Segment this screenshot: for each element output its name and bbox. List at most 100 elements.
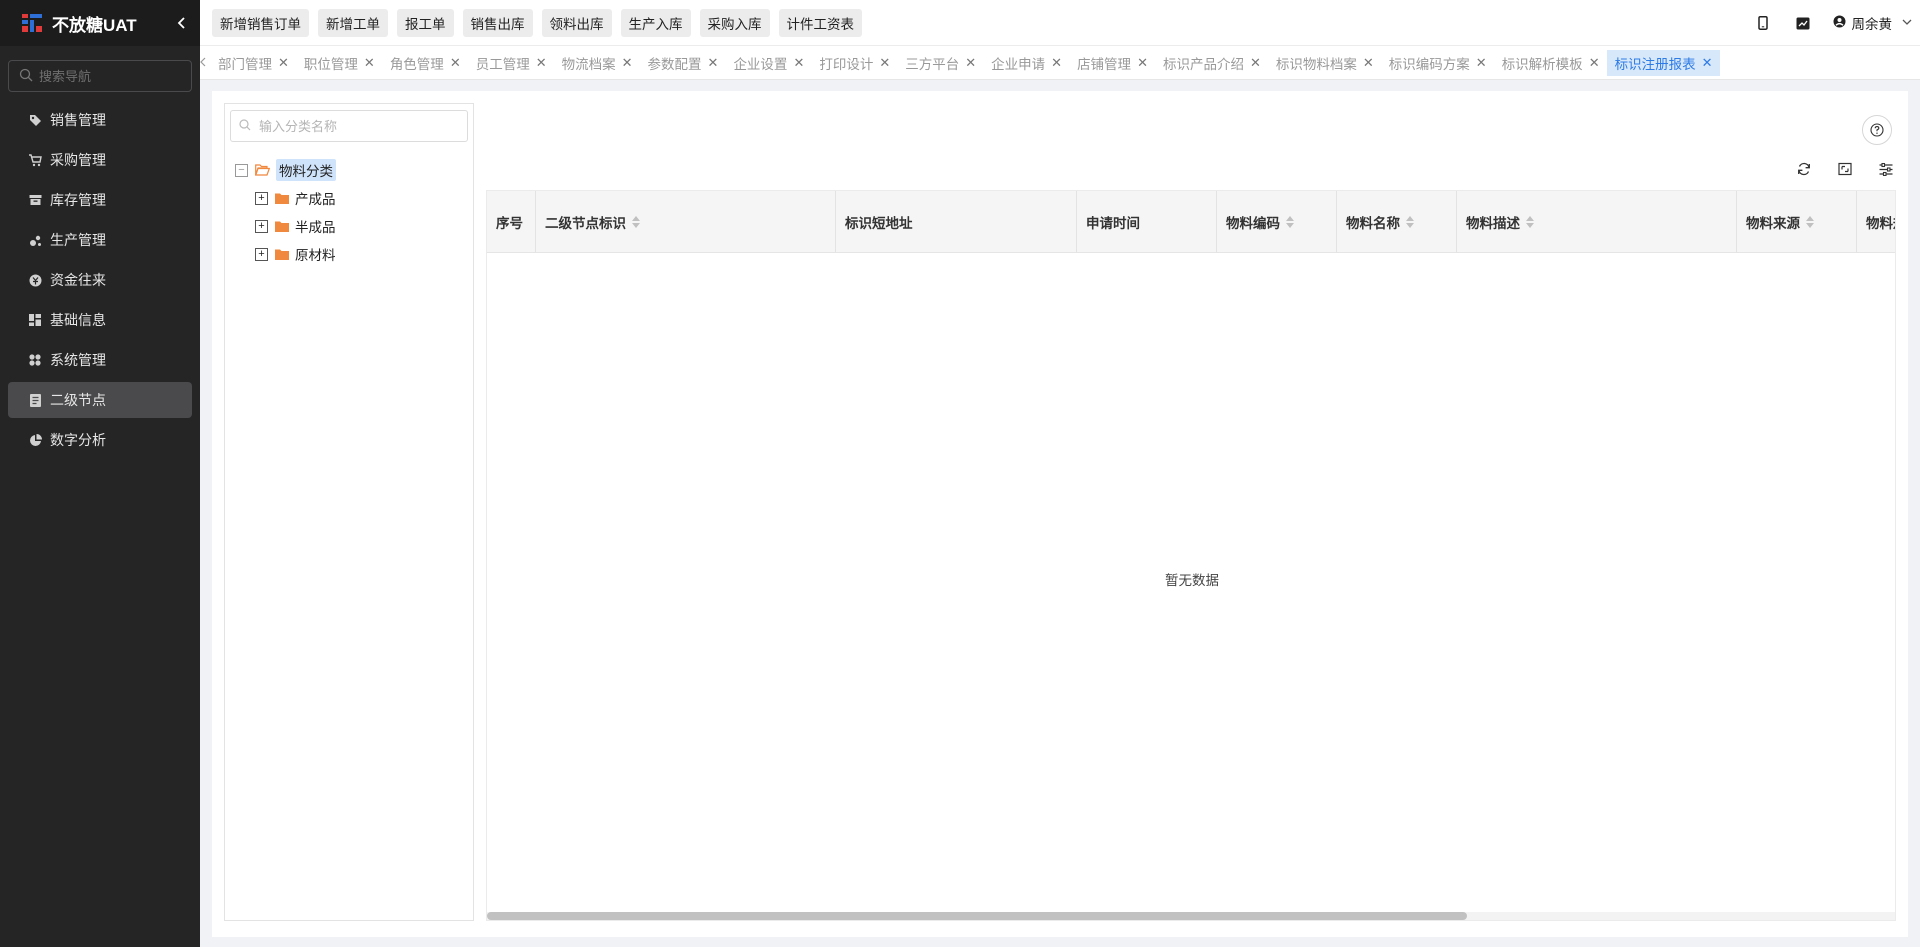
close-icon[interactable]: ✕ <box>1589 55 1600 71</box>
column-label: 物料名称 <box>1346 216 1400 231</box>
close-icon[interactable]: ✕ <box>278 55 289 71</box>
expand-toggle-icon[interactable]: + <box>255 247 268 261</box>
tab-position[interactable]: 职位管理 ✕ <box>296 50 382 76</box>
close-icon[interactable]: ✕ <box>1250 55 1261 71</box>
tab-print-design[interactable]: 打印设计 ✕ <box>811 50 897 76</box>
close-icon[interactable]: ✕ <box>364 55 375 71</box>
horizontal-scrollbar[interactable] <box>487 912 1895 920</box>
top-toolbar: 新增销售订单 新增工单 报工单 销售出库 领料出库 生产入库 采购入库 计件工资… <box>200 0 1920 46</box>
sidebar-item-funds[interactable]: 资金往来 <box>8 262 192 298</box>
tab-enterprise-apply[interactable]: 企业申请 ✕ <box>983 50 1069 76</box>
help-icon[interactable] <box>1862 115 1892 145</box>
fullscreen-icon[interactable] <box>1835 159 1855 179</box>
tree-search-field[interactable] <box>230 110 468 142</box>
scrollbar-thumb[interactable] <box>487 912 1467 920</box>
refresh-icon[interactable] <box>1794 159 1814 179</box>
sort-icon[interactable] <box>1526 216 1534 228</box>
tab-id-registration-report[interactable]: 标识注册报表 ✕ <box>1606 49 1720 76</box>
close-icon[interactable]: ✕ <box>1476 55 1487 71</box>
sidebar-item-secondary-node[interactable]: 二级节点 <box>8 382 192 418</box>
close-icon[interactable]: ✕ <box>879 55 890 71</box>
column-header-material-name[interactable]: 物料名称 <box>1337 191 1457 253</box>
column-header-apply-time[interactable]: 申请时间 <box>1077 191 1217 253</box>
sidebar-item-sales[interactable]: 销售管理 <box>8 102 192 138</box>
tree-node-label: 产成品 <box>295 192 336 207</box>
close-icon[interactable]: ✕ <box>622 55 633 71</box>
column-header-short-address[interactable]: 标识短地址 <box>836 191 1077 253</box>
quick-new-work-order-button[interactable]: 新增工单 <box>318 8 388 37</box>
inventory-icon <box>28 193 42 207</box>
sidebar-item-basic-info[interactable]: 基础信息 <box>8 302 192 338</box>
sort-icon[interactable] <box>1406 216 1414 228</box>
column-header-material-source[interactable]: 物料来源 <box>1737 191 1857 253</box>
sort-icon[interactable] <box>1806 216 1814 228</box>
column-header-secondary-node-id[interactable]: 二级节点标识 <box>536 191 836 253</box>
chevron-down-icon <box>1902 17 1912 29</box>
column-header-material-spec[interactable]: 物料规格 <box>1857 191 1895 253</box>
table-tools <box>1773 159 1896 179</box>
tab-parameters[interactable]: 参数配置 ✕ <box>640 50 726 76</box>
tab-id-product-intro[interactable]: 标识产品介绍 ✕ <box>1155 50 1268 76</box>
nav-search-input[interactable] <box>39 68 189 84</box>
tab-employee[interactable]: 员工管理 ✕ <box>468 50 554 76</box>
tree-node-root[interactable]: − 物料分类 <box>235 156 336 184</box>
close-icon[interactable]: ✕ <box>708 55 719 71</box>
tab-label: 参数配置 <box>647 56 702 72</box>
close-icon[interactable]: ✕ <box>965 55 976 71</box>
quick-piecework-wage-button[interactable]: 计件工资表 <box>778 8 862 37</box>
sidebar-item-production[interactable]: 生产管理 <box>8 222 192 258</box>
expand-toggle-icon[interactable]: + <box>255 219 268 233</box>
close-icon[interactable]: ✕ <box>1051 55 1062 71</box>
tab-role[interactable]: 角色管理 ✕ <box>382 50 468 76</box>
tree-search-input[interactable] <box>259 118 459 134</box>
quick-new-sales-order-button[interactable]: 新增销售订单 <box>212 8 309 37</box>
tab-enterprise-settings[interactable]: 企业设置 ✕ <box>725 50 811 76</box>
tab-third-party[interactable]: 三方平台 ✕ <box>897 50 983 76</box>
column-settings-icon[interactable] <box>1876 159 1896 179</box>
sidebar: 不放糖UAT 销售管理 采购管理 库存管理 生产管理 资金往来 <box>0 0 200 947</box>
tab-scroll-left-icon[interactable] <box>200 56 210 70</box>
sidebar-item-purchase[interactable]: 采购管理 <box>8 142 192 178</box>
tab-label: 部门管理 <box>218 56 272 72</box>
tab-id-coding-scheme[interactable]: 标识编码方案 ✕ <box>1381 50 1494 76</box>
sort-icon[interactable] <box>1286 216 1294 228</box>
close-icon[interactable]: ✕ <box>1137 55 1148 71</box>
close-icon[interactable]: ✕ <box>536 55 547 71</box>
close-icon[interactable]: ✕ <box>1363 55 1374 71</box>
tree-node-semi-finished[interactable]: + 半成品 <box>235 212 336 240</box>
collapse-toggle-icon[interactable]: − <box>235 163 248 177</box>
column-header-index[interactable]: 序号 <box>487 191 536 253</box>
nav-search-field[interactable] <box>8 60 192 92</box>
user-avatar-icon <box>1833 15 1846 31</box>
mobile-icon[interactable] <box>1753 13 1773 33</box>
tab-label: 职位管理 <box>303 56 358 72</box>
quick-sales-outbound-button[interactable]: 销售出库 <box>462 8 533 37</box>
quick-production-inbound-button[interactable]: 生产入库 <box>620 8 691 37</box>
tree-node-finished-product[interactable]: + 产成品 <box>235 184 336 212</box>
user-menu[interactable]: 周余黄 <box>1833 13 1913 33</box>
quick-material-outbound-button[interactable]: 领料出库 <box>541 8 612 37</box>
column-header-material-code[interactable]: 物料编码 <box>1217 191 1337 253</box>
sidebar-item-digital-analysis[interactable]: 数字分析 <box>8 422 192 458</box>
sidebar-item-system[interactable]: 系统管理 <box>8 342 192 378</box>
chart-board-icon[interactable] <box>1793 13 1813 33</box>
sidebar-item-inventory[interactable]: 库存管理 <box>8 182 192 218</box>
tree-node-raw-material[interactable]: + 原材料 <box>235 240 336 268</box>
tab-shop[interactable]: 店铺管理 ✕ <box>1069 50 1155 76</box>
tab-department[interactable]: 部门管理 ✕ <box>210 50 296 76</box>
tab-id-material-archive[interactable]: 标识物料档案 ✕ <box>1268 50 1381 76</box>
tab-logistics[interactable]: 物流档案 ✕ <box>554 50 640 76</box>
tab-label: 企业申请 <box>991 56 1046 72</box>
app-title: 不放糖UAT <box>52 15 137 35</box>
tab-id-resolve-template[interactable]: 标识解析模板 ✕ <box>1494 50 1607 76</box>
close-icon[interactable]: ✕ <box>1702 55 1713 71</box>
close-icon[interactable]: ✕ <box>450 55 461 71</box>
folder-icon <box>275 193 289 204</box>
close-icon[interactable]: ✕ <box>793 55 804 71</box>
sort-icon[interactable] <box>632 216 640 228</box>
quick-purchase-inbound-button[interactable]: 采购入库 <box>699 8 770 37</box>
expand-toggle-icon[interactable]: + <box>255 191 268 205</box>
chevron-left-icon[interactable] <box>172 13 192 33</box>
quick-work-report-button[interactable]: 报工单 <box>397 8 454 37</box>
column-header-material-desc[interactable]: 物料描述 <box>1457 191 1737 253</box>
